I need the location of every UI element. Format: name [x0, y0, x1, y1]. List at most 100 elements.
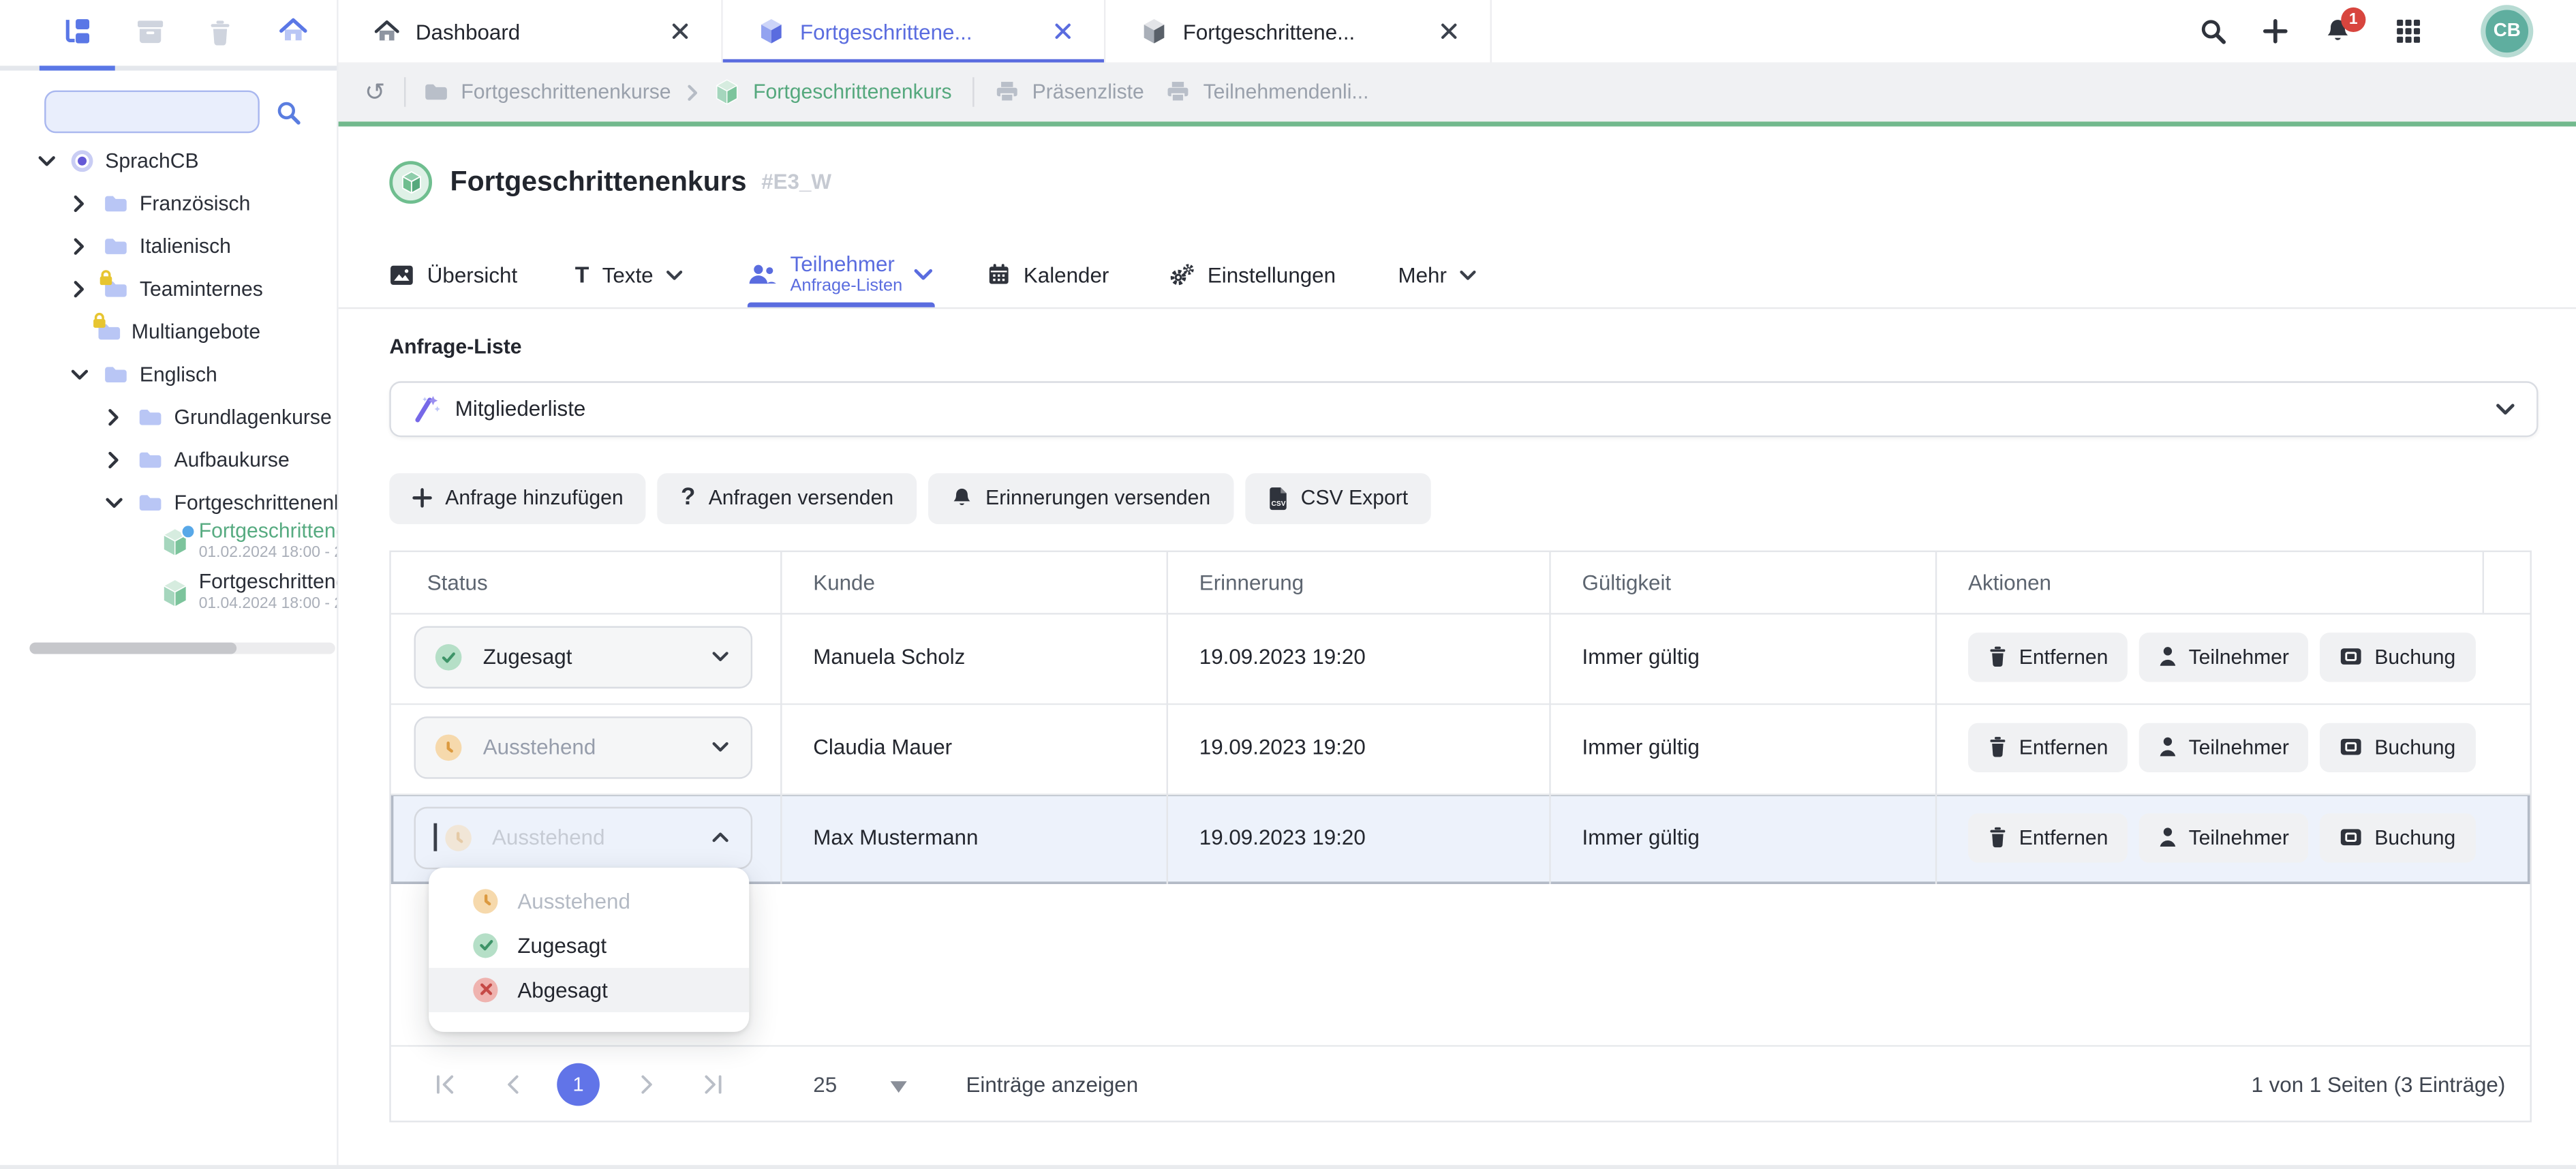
tab-label: Einstellungen — [1208, 262, 1336, 287]
notification-badge: 1 — [2341, 7, 2365, 32]
add-request-button[interactable]: Anfrage hinzufügen — [389, 472, 646, 523]
tree-item-multiangebote[interactable]: Multiangebote — [0, 311, 339, 354]
tab-kalender[interactable]: Kalender — [987, 247, 1109, 302]
person-icon — [2159, 827, 2177, 848]
horizontal-scrollbar[interactable] — [29, 643, 335, 654]
chevron-down-icon — [711, 741, 730, 753]
status-pending-icon — [444, 824, 471, 851]
tab-uebersicht[interactable]: Übersicht — [389, 247, 517, 302]
tab-teilnehmer-active[interactable]: Teilnehmer Anfrage-Listen — [748, 247, 934, 302]
booking-button[interactable]: Buchung — [2320, 723, 2475, 772]
avatar[interactable]: CB — [2481, 5, 2533, 57]
chevron-right-icon[interactable] — [107, 451, 120, 470]
sidebar-search-input[interactable] — [44, 91, 260, 134]
chevron-down-icon[interactable] — [37, 155, 56, 168]
column-header-status[interactable]: Status — [427, 551, 488, 612]
page-size-label: Einträge anzeigen — [966, 1072, 1138, 1096]
search-icon[interactable] — [2200, 18, 2226, 45]
chevron-right-icon[interactable] — [72, 280, 85, 299]
button-label: CSV Export — [1301, 487, 1408, 510]
bell-icon[interactable]: 1 — [2325, 17, 2351, 45]
breadcrumb-item[interactable]: Präsenzliste — [1032, 80, 1144, 104]
divider — [391, 793, 2530, 794]
divider — [973, 77, 975, 106]
page-size-dropdown-icon[interactable] — [891, 1080, 907, 1092]
tab-dashboard[interactable]: Dashboard — [339, 0, 723, 63]
button-label: Teilnehmer — [2189, 645, 2289, 668]
tab-einstellungen[interactable]: Einstellungen — [1168, 247, 1336, 302]
send-requests-button[interactable]: ? Anfragen versenden — [658, 472, 917, 523]
booking-button[interactable]: Buchung — [2320, 813, 2475, 862]
plus-icon[interactable] — [2263, 19, 2288, 44]
participant-button[interactable]: Teilnehmer — [2139, 632, 2309, 681]
breadcrumb-item-current[interactable]: Fortgeschrittenenkurs — [753, 80, 951, 104]
send-reminders-button[interactable]: Erinnerungen versenden — [928, 472, 1233, 523]
locked-folder-icon — [104, 279, 128, 299]
column-header-erinnerung[interactable]: Erinnerung — [1199, 551, 1304, 612]
anfrage-liste-select[interactable]: Mitgliederliste — [389, 380, 2538, 436]
tree-item-franzoesisch[interactable]: Französisch — [0, 183, 339, 226]
archive-icon[interactable] — [136, 18, 164, 45]
status-select-row-2[interactable]: Ausstehend — [414, 716, 752, 778]
next-page-icon[interactable] — [640, 1074, 655, 1093]
chevron-down-icon[interactable] — [105, 496, 123, 509]
scrollbar-thumb[interactable] — [29, 643, 236, 654]
tree-item-italienisch[interactable]: Italienisch — [0, 225, 339, 268]
button-label: Teilnehmer — [2189, 825, 2289, 849]
chevron-right-icon[interactable] — [72, 195, 85, 213]
tree-item-teaminternes[interactable]: Teaminternes — [0, 268, 339, 311]
close-icon[interactable] — [672, 23, 688, 40]
previous-page-icon[interactable] — [505, 1074, 520, 1093]
chevron-right-icon[interactable] — [72, 237, 85, 256]
tree-item-course-1-selected[interactable]: Fortgeschrittenenkurs 01.02.2024 18:00 -… — [0, 517, 339, 570]
divider — [780, 551, 782, 883]
status-value: Ausstehend — [483, 735, 596, 759]
window-edge — [0, 1164, 2576, 1169]
chevron-down-icon[interactable] — [71, 368, 89, 381]
history-icon[interactable]: ↺ — [365, 80, 385, 104]
status-option-ausstehend[interactable]: Ausstehend — [429, 879, 749, 923]
tree-item-aufbaukurse[interactable]: Aufbaukurse — [0, 439, 339, 482]
tab-mehr[interactable]: Mehr — [1398, 247, 1477, 302]
tab-course-2[interactable]: Fortgeschrittene... — [1105, 0, 1492, 63]
tab-texte[interactable]: T Texte — [575, 247, 683, 302]
remove-button[interactable]: Entfernen — [1968, 632, 2128, 681]
current-page-button[interactable]: 1 — [557, 1063, 600, 1106]
column-header-aktionen[interactable]: Aktionen — [1968, 551, 2051, 612]
chevron-right-icon[interactable] — [107, 408, 120, 427]
search-icon[interactable] — [276, 100, 301, 125]
remove-button[interactable]: Entfernen — [1968, 723, 2128, 772]
tab-course-active[interactable]: Fortgeschrittene... — [723, 0, 1106, 63]
cell-gueltigkeit: Immer gültig — [1582, 733, 1700, 758]
remove-button[interactable]: Entfernen — [1968, 813, 2128, 862]
last-page-icon[interactable] — [703, 1074, 724, 1093]
chevron-up-icon — [711, 832, 730, 843]
breadcrumb-item[interactable]: Teilnehmendenli... — [1203, 80, 1369, 104]
status-option-zugesagt[interactable]: Zugesagt — [429, 923, 749, 967]
cell-gueltigkeit: Immer gültig — [1582, 643, 1700, 668]
close-icon[interactable] — [1055, 23, 1071, 40]
printer-icon — [1167, 80, 1191, 104]
trash-icon[interactable] — [209, 20, 232, 46]
close-icon[interactable] — [1441, 23, 1457, 40]
status-option-abgesagt[interactable]: Abgesagt — [429, 967, 749, 1012]
participant-button[interactable]: Teilnehmer — [2139, 813, 2309, 862]
breadcrumb-item[interactable]: Fortgeschrittenenkurse — [461, 80, 671, 104]
page-size-value[interactable]: 25 — [813, 1072, 837, 1096]
home-icon[interactable] — [279, 18, 307, 43]
booking-button[interactable]: Buchung — [2320, 632, 2475, 681]
tree-item-grundlagenkurse[interactable]: Grundlagenkurse — [0, 396, 339, 439]
column-header-kunde[interactable]: Kunde — [813, 551, 875, 612]
column-header-gueltigkeit[interactable]: Gültigkeit — [1582, 551, 1672, 612]
tree-item-englisch[interactable]: Englisch — [0, 353, 339, 396]
hierarchy-tree-icon[interactable] — [63, 18, 91, 45]
apps-grid-icon[interactable] — [2396, 19, 2421, 44]
divider — [403, 77, 405, 106]
tree-item-sprachcb[interactable]: SprachCB — [0, 140, 339, 183]
first-page-icon[interactable] — [435, 1074, 456, 1093]
csv-export-button[interactable]: CSV CSV Export — [1245, 472, 1431, 523]
tree-item-course-2[interactable]: Fortgeschrittenenkurs 01.04.2024 18:00 -… — [0, 568, 339, 621]
status-select-row-3-open[interactable]: Ausstehend — [414, 806, 752, 868]
status-select-row-1[interactable]: Zugesagt — [414, 625, 752, 688]
participant-button[interactable]: Teilnehmer — [2139, 723, 2309, 772]
